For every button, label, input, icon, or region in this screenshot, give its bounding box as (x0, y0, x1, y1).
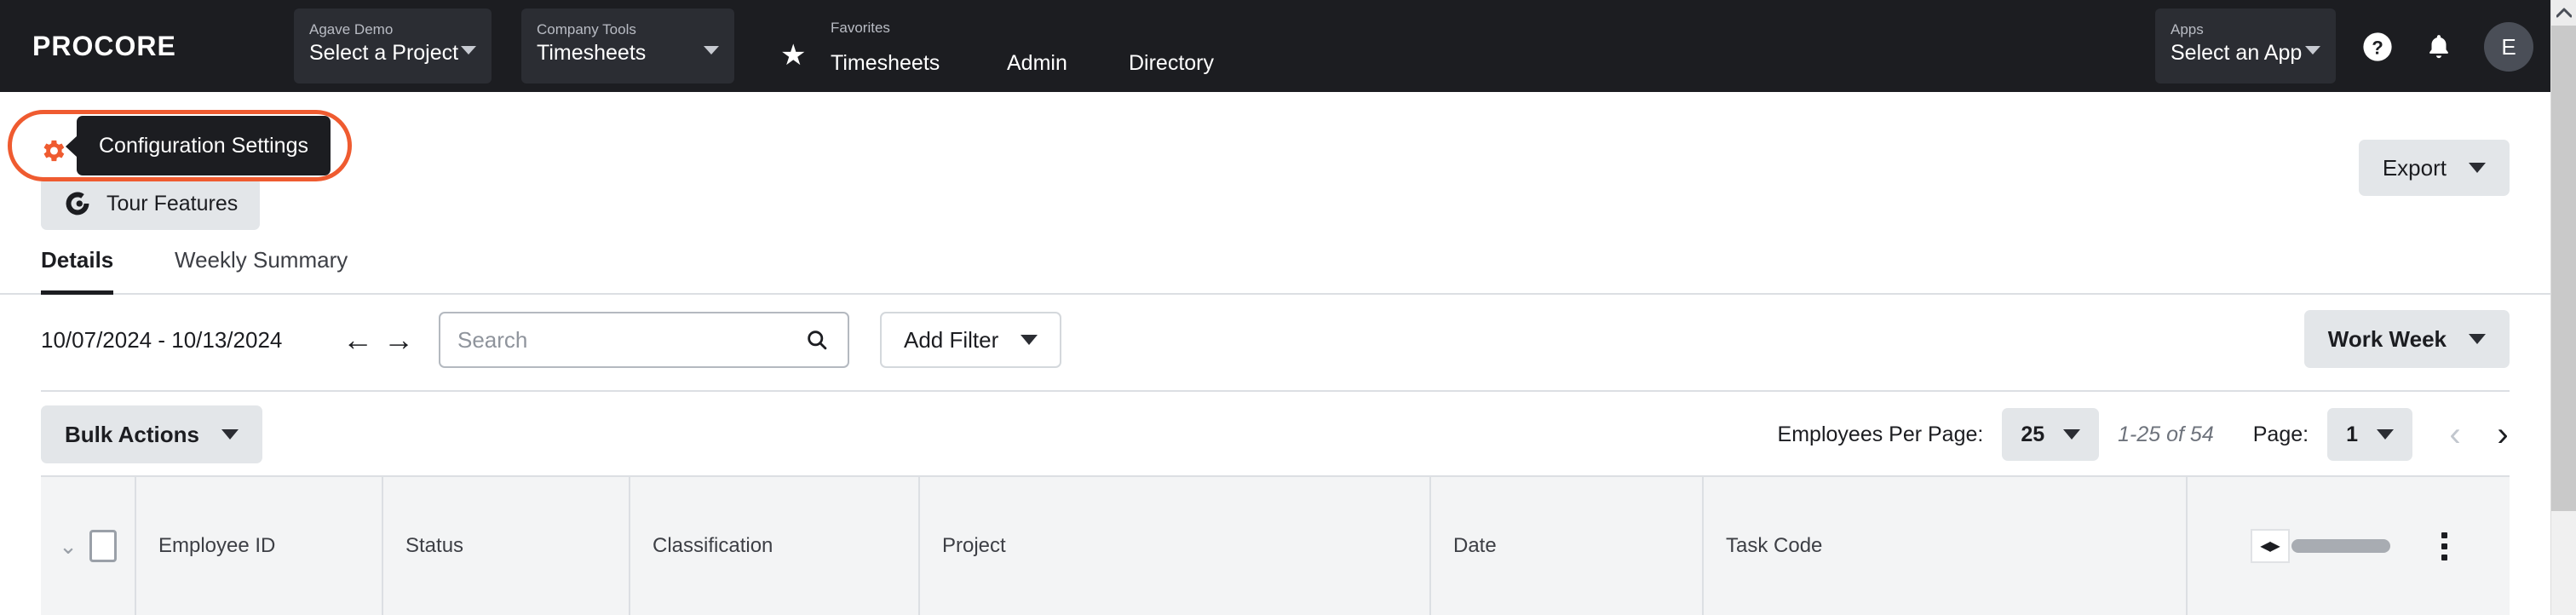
tour-features-button[interactable]: Tour Features (41, 177, 261, 230)
scrollbar-thumb[interactable] (2551, 26, 2576, 511)
table-header-tools: ◀▶ (2186, 477, 2510, 615)
next-week-arrow-icon[interactable]: → (379, 320, 418, 359)
nav-link-directory[interactable]: Directory (1129, 49, 1214, 77)
star-icon: ★ (780, 39, 807, 72)
column-header-task-code[interactable]: Task Code (1704, 477, 2215, 615)
next-page-chevron-icon[interactable]: › (2479, 411, 2527, 458)
search-input[interactable] (440, 326, 805, 353)
column-label: Project (942, 534, 1006, 557)
pagination-controls: Employees Per Page: 25 1-25 of 54 Page: … (1778, 405, 2527, 463)
horizontal-scroll-control[interactable]: ◀▶ (2250, 529, 2390, 563)
user-avatar[interactable]: E (2484, 22, 2533, 72)
configuration-settings-tooltip: Configuration Settings (66, 116, 331, 175)
gear-icon[interactable] (38, 136, 67, 165)
tab-weekly-summary[interactable]: Weekly Summary (175, 247, 348, 295)
column-header-status[interactable]: Status (383, 477, 630, 615)
app-root: PROCORE Agave Demo Select a Project Comp… (0, 0, 2576, 615)
tour-features-label: Tour Features (106, 191, 239, 216)
left-arrow-glyph: ← (342, 322, 373, 357)
chevron-down-icon[interactable]: ⌄ (59, 535, 78, 557)
column-label: Employee ID (158, 534, 276, 557)
add-filter-label: Add Filter (904, 326, 999, 353)
column-header-date[interactable]: Date (1431, 477, 1704, 615)
employees-per-page-value: 25 (2021, 422, 2045, 446)
column-label: Classification (653, 534, 773, 557)
chevron-down-icon (704, 46, 719, 55)
tooltip-text: Configuration Settings (99, 133, 308, 158)
company-tools-value: Timesheets (537, 41, 647, 65)
company-tools-label: Company Tools (537, 21, 636, 37)
chevron-right-glyph: › (2497, 416, 2509, 453)
column-header-employee-id[interactable]: Employee ID (136, 477, 383, 615)
notification-bell-icon[interactable] (2421, 29, 2457, 65)
project-selector[interactable]: Agave Demo Select a Project (294, 9, 492, 83)
column-header-project[interactable]: Project (920, 477, 1431, 615)
add-filter-button[interactable]: Add Filter (880, 312, 1062, 368)
table-select-column-header: ⌄ (41, 477, 136, 615)
column-header-classification[interactable]: Classification (630, 477, 920, 615)
chevron-left-glyph: ‹ (2449, 416, 2461, 453)
resize-handle-icon[interactable]: ◀▶ (2250, 529, 2290, 563)
avatar-initial: E (2501, 33, 2516, 60)
column-label: Task Code (1726, 534, 1823, 557)
filter-toolbar: 10/07/2024 - 10/13/2024 ← → Add Filter (0, 295, 2550, 390)
page-number-selector[interactable]: 1 (2327, 408, 2412, 461)
previous-page-chevron-icon[interactable]: ‹ (2431, 411, 2479, 458)
employees-per-page-selector[interactable]: 25 (2002, 408, 2100, 461)
top-navigation-bar: PROCORE Agave Demo Select a Project Comp… (0, 0, 2550, 92)
chevron-down-icon (221, 429, 239, 440)
bulk-actions-label: Bulk Actions (65, 421, 199, 447)
date-range-label: 10/07/2024 - 10/13/2024 (41, 327, 283, 353)
timesheet-table-header: ⌄ Employee ID Status Classification Proj… (41, 475, 2510, 615)
chevron-down-icon (461, 46, 476, 55)
page-body: Configuration Settings Tour Features Exp… (0, 92, 2550, 615)
page-label: Page: (2252, 422, 2309, 446)
procore-logo-text: PROCORE (32, 31, 176, 61)
export-label: Export (2382, 154, 2447, 181)
browser-scrollbar[interactable] (2550, 0, 2576, 615)
svg-text:?: ? (2372, 37, 2383, 59)
chevron-down-icon (2305, 46, 2320, 55)
search-icon[interactable] (805, 328, 848, 352)
chevron-down-icon (2469, 334, 2486, 344)
help-icon[interactable]: ? (2360, 29, 2395, 65)
tab-weekly-summary-label: Weekly Summary (175, 247, 348, 273)
page-number-value: 1 (2346, 422, 2358, 446)
tab-details-label: Details (41, 247, 114, 273)
column-label: Date (1453, 534, 1497, 557)
scrollbar-up-arrow-icon[interactable] (2551, 0, 2576, 26)
chevron-down-icon (2469, 163, 2486, 173)
tab-details[interactable]: Details (41, 247, 114, 295)
tour-icon (66, 192, 89, 216)
resize-arrows-glyph: ◀▶ (2260, 539, 2280, 554)
project-selector-value: Select a Project (309, 41, 459, 65)
chevron-down-icon (1021, 335, 1038, 345)
tab-bar: Details Weekly Summary (0, 247, 2550, 295)
nav-link-admin[interactable]: Admin (1007, 49, 1067, 77)
more-options-kebab-icon[interactable] (2441, 532, 2447, 560)
project-selector-label: Agave Demo (309, 21, 394, 37)
apps-selector-value: Select an App (2171, 41, 2303, 65)
select-all-checkbox[interactable] (89, 530, 117, 562)
work-week-selector[interactable]: Work Week (2303, 310, 2510, 368)
chevron-down-icon (2377, 429, 2394, 440)
search-field-wrapper (439, 312, 849, 368)
column-label: Status (405, 534, 464, 557)
export-button[interactable]: Export (2358, 140, 2510, 196)
right-arrow-glyph: → (383, 322, 414, 357)
work-week-label: Work Week (2327, 325, 2447, 352)
company-tools-selector[interactable]: Company Tools Timesheets (521, 9, 734, 83)
procore-logo[interactable]: PROCORE (32, 32, 176, 60)
record-range-text: 1-25 of 54 (2118, 422, 2214, 446)
horizontal-scrollbar-thumb[interactable] (2291, 539, 2390, 553)
favorites-label: Favorites (831, 20, 890, 36)
bulk-actions-toolbar: Bulk Actions Employees Per Page: 25 1-25… (0, 392, 2550, 475)
nav-link-timesheets[interactable]: Timesheets (831, 49, 940, 77)
employees-per-page-label: Employees Per Page: (1777, 422, 1984, 446)
chevron-down-icon (2063, 429, 2081, 440)
bulk-actions-button[interactable]: Bulk Actions (41, 405, 262, 463)
apps-selector[interactable]: Apps Select an App (2155, 9, 2336, 83)
previous-week-arrow-icon[interactable]: ← (338, 320, 377, 359)
apps-selector-label: Apps (2171, 21, 2204, 37)
